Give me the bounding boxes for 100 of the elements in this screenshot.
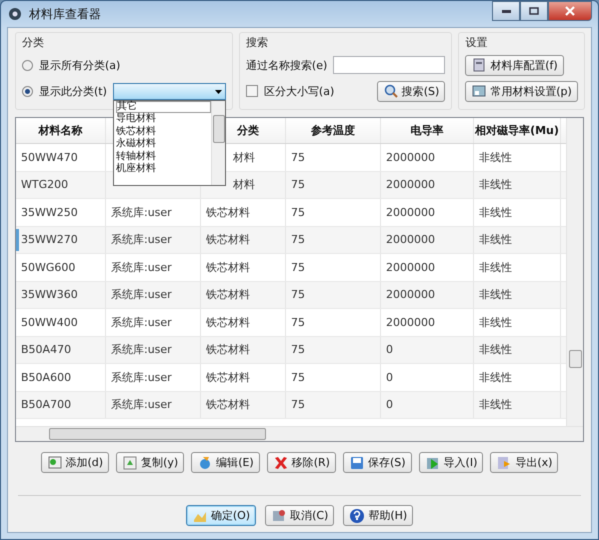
maximize-icon xyxy=(529,7,539,15)
table-cell: 75 xyxy=(291,288,305,302)
table-cell: 2000000 xyxy=(386,260,435,274)
table-cell: 系统库:user xyxy=(111,370,172,385)
table-cell: B50A600 xyxy=(21,370,72,384)
dropdown-option[interactable]: 导电材料 xyxy=(116,113,211,126)
document-icon xyxy=(46,454,63,470)
table-row[interactable]: B50A700 系统库:user 铁芯材料 75 0 非线性 xyxy=(16,392,566,419)
caret-icon xyxy=(214,90,222,94)
table-cell: 0 xyxy=(386,343,393,356)
dropdown-option[interactable]: 铁芯材料 xyxy=(116,126,211,138)
copy-button[interactable]: 复制(y) xyxy=(116,452,184,473)
table-cell: 铁芯材料 xyxy=(206,232,250,248)
table-cell: 75 xyxy=(291,206,305,219)
table-cell: 材料 xyxy=(233,150,255,165)
radio-button[interactable] xyxy=(22,86,33,96)
table-cell: 铁芯材料 xyxy=(206,397,250,412)
table-cell: 非线性 xyxy=(479,342,512,358)
column-header[interactable]: 相对磁导率(Mu) xyxy=(475,123,559,138)
table-cell: 非线性 xyxy=(479,370,512,385)
table-cell: 50WW470 xyxy=(21,150,78,164)
table-cell: 75 xyxy=(291,260,305,274)
table-cell: 系统库:user xyxy=(111,314,172,330)
help-icon xyxy=(349,508,366,524)
table-cell: 非线性 xyxy=(479,204,512,220)
cross-icon xyxy=(272,454,289,470)
radio-button[interactable] xyxy=(22,60,33,70)
dropdown-option[interactable]: 转轴材料 xyxy=(116,150,211,163)
column-header[interactable]: 电导率 xyxy=(410,123,444,138)
window-icon xyxy=(471,83,488,99)
search-field[interactable] xyxy=(333,56,446,74)
minimize-icon xyxy=(502,10,510,12)
add-button[interactable]: 添加(d) xyxy=(40,452,110,473)
dropdown-option[interactable]: 其它 xyxy=(116,100,211,113)
table-cell: 非线性 xyxy=(479,150,512,165)
document-icon xyxy=(122,454,138,470)
remove-button[interactable]: 移除(R) xyxy=(266,452,336,473)
table-cell: 系统库:user xyxy=(111,342,172,358)
table-cell: 35WW360 xyxy=(21,288,78,302)
horizontal-scrollbar[interactable] xyxy=(16,426,583,441)
table-row[interactable]: B50A470 系统库:user 铁芯材料 75 0 非线性 xyxy=(16,336,566,364)
column-header[interactable]: 材料名称 xyxy=(38,123,82,138)
table-cell: 75 xyxy=(291,233,305,246)
table-cell: WTG200 xyxy=(21,178,68,192)
library-config-button[interactable]: 材料库配置(f) xyxy=(465,54,564,76)
table-cell: 0 xyxy=(386,398,393,412)
window-title: 材料库查看器 xyxy=(29,6,102,22)
column-header[interactable]: 参考温度 xyxy=(311,123,355,138)
table-cell: 50WG600 xyxy=(21,260,76,274)
table-cell: 35WW250 xyxy=(21,206,78,219)
vertical-scrollbar[interactable] xyxy=(566,118,583,426)
ok-button[interactable]: 确定(O) xyxy=(186,505,256,526)
table-cell: 非线性 xyxy=(479,177,512,192)
common-materials-button[interactable]: 常用材料设置(p) xyxy=(465,80,578,102)
table-cell: B50A470 xyxy=(21,343,72,356)
table-cell: 2000000 xyxy=(386,288,435,302)
help-button[interactable]: 帮助(H) xyxy=(343,505,414,526)
table-cell: 75 xyxy=(291,398,305,412)
table-cell: 2000000 xyxy=(386,206,435,219)
table-cell: 50WW400 xyxy=(21,316,78,329)
scrollbar[interactable] xyxy=(210,100,225,184)
table-cell: 2000000 xyxy=(386,316,435,329)
table-row[interactable]: 35WW360 系统库:user 铁芯材料 75 2000000 非线性 xyxy=(16,282,566,309)
table-cell: 系统库:user xyxy=(111,232,172,248)
radio-label[interactable]: 显示所有分类(a) xyxy=(39,58,120,72)
checkbox[interactable] xyxy=(246,85,258,97)
table-cell: 0 xyxy=(386,370,393,384)
table-cell: 75 xyxy=(291,343,305,356)
table-cell: 75 xyxy=(291,370,305,384)
import-button[interactable]: 导入(I) xyxy=(418,452,484,473)
radio-label[interactable]: 显示此分类(t) xyxy=(39,84,107,98)
save-button[interactable]: 保存(S) xyxy=(342,452,412,473)
table-cell: 非线性 xyxy=(479,397,512,412)
table-cell: 75 xyxy=(291,178,305,192)
table-cell: 非线性 xyxy=(479,260,512,275)
minimize-button[interactable] xyxy=(492,1,520,21)
field-label: 通过名称搜索(e) xyxy=(246,58,328,72)
table-cell: 系统库:user xyxy=(111,397,172,412)
table-cell: 铁芯材料 xyxy=(206,314,250,330)
table-cell: 非线性 xyxy=(479,287,512,302)
cancel-button[interactable]: 取消(C) xyxy=(265,505,334,526)
table-cell: 铁芯材料 xyxy=(206,260,250,275)
table-cell: 2000000 xyxy=(386,233,435,246)
search-icon xyxy=(382,83,399,99)
table-cell: 35WW270 xyxy=(21,233,78,246)
maximize-button[interactable] xyxy=(520,1,548,21)
table-cell: 系统库:user xyxy=(111,260,172,275)
table-cell: 非线性 xyxy=(479,314,512,330)
checkbox-label[interactable]: 区分大小写(a) xyxy=(264,84,334,98)
search-button[interactable]: 搜索(S) xyxy=(376,80,446,102)
export-button[interactable]: 导出(x) xyxy=(490,452,558,473)
close-button[interactable] xyxy=(548,1,592,21)
edit-button[interactable]: 编辑(E) xyxy=(191,452,260,473)
table-cell: 铁芯材料 xyxy=(206,342,250,358)
document-icon xyxy=(471,57,488,73)
column-header[interactable]: 分类 xyxy=(237,123,259,138)
table-cell: 铁芯材料 xyxy=(206,204,250,220)
table-cell: 75 xyxy=(291,316,305,329)
table-cell: 铁芯材料 xyxy=(206,287,250,302)
table-cell: 系统库:user xyxy=(111,204,172,220)
